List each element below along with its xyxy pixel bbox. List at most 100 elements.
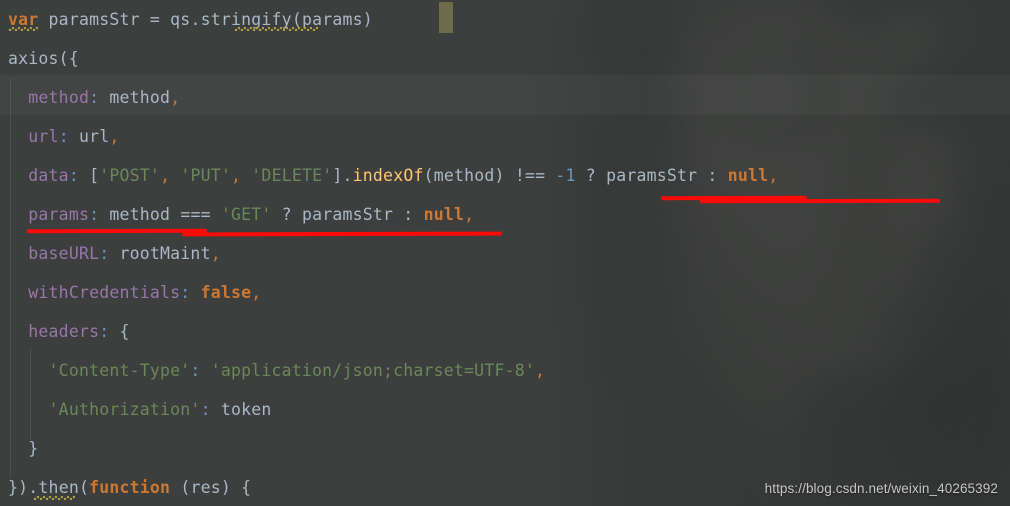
- code-token: null: [727, 166, 769, 185]
- code-token: ({: [58, 49, 79, 68]
- code-token: ,: [210, 244, 221, 263]
- code-token: ,: [464, 205, 475, 224]
- code-token: :: [180, 283, 191, 302]
- code-token: -1: [555, 166, 576, 185]
- code-token: paramsStr: [606, 166, 698, 185]
- code-token: withCredentials: [28, 283, 181, 302]
- code-token: ?: [271, 205, 302, 224]
- code-token: params: [28, 205, 90, 224]
- code-line[interactable]: headers: {: [0, 312, 1010, 351]
- code-token: data: [28, 166, 69, 185]
- code-token: qs: [170, 10, 191, 29]
- code-line[interactable]: 'Content-Type': 'application/json;charse…: [0, 351, 1010, 390]
- code-token: rootMaint: [119, 244, 211, 263]
- code-line[interactable]: axios({: [0, 39, 1010, 78]
- code-token: headers: [28, 322, 100, 341]
- code-token: ,: [160, 166, 171, 185]
- code-token: :: [99, 322, 110, 341]
- code-token: stringify: [200, 10, 292, 29]
- code-token: indexOf: [352, 166, 424, 185]
- code-token: 'POST': [99, 166, 161, 185]
- code-token: ,: [251, 283, 262, 302]
- code-token: :: [89, 88, 100, 107]
- code-token: axios: [8, 49, 59, 68]
- code-screenshot: var paramsStr = qs.stringify(params) axio…: [0, 0, 1010, 506]
- code-token: paramsStr: [301, 205, 394, 224]
- code-line[interactable]: }: [0, 429, 1010, 468]
- code-line[interactable]: baseURL: rootMaint,: [0, 234, 1010, 273]
- code-token: (: [423, 166, 434, 185]
- code-token: 'application/json;charset=UTF-8': [210, 361, 535, 380]
- code-token: function: [89, 478, 171, 497]
- code-token: method: [28, 88, 90, 107]
- code-token: var: [8, 10, 39, 29]
- code-token: 'PUT': [180, 166, 232, 185]
- code-token: ,: [768, 166, 779, 185]
- code-token: (: [78, 478, 90, 497]
- code-token: false: [200, 283, 252, 302]
- code-line[interactable]: method: method,: [0, 78, 1010, 117]
- code-token: 'DELETE': [251, 166, 333, 185]
- code-token: method: [109, 205, 171, 224]
- code-token: :: [58, 127, 69, 146]
- code-token: :: [68, 166, 79, 185]
- code-token: .: [28, 478, 39, 497]
- code-text-area[interactable]: var paramsStr = qs.stringify(params) axio…: [0, 0, 1010, 506]
- code-token: null: [423, 205, 465, 224]
- code-line[interactable]: 'Authorization': token: [0, 390, 1010, 429]
- code-token: .: [342, 166, 353, 185]
- code-token: =: [139, 10, 171, 29]
- code-token: paramsStr: [48, 10, 140, 29]
- code-token: url: [28, 127, 59, 146]
- code-token: ) {: [220, 478, 252, 497]
- code-token: method: [109, 88, 171, 107]
- code-token: url: [78, 127, 110, 146]
- code-token: }): [8, 478, 29, 497]
- code-token: :: [393, 205, 424, 224]
- code-token: ]: [332, 166, 343, 185]
- code-token: 'GET': [220, 205, 272, 224]
- code-token: baseURL: [28, 244, 100, 263]
- code-line[interactable]: params: method === 'GET' ? paramsStr : n…: [0, 195, 1010, 234]
- code-token: 'Content-Type': [48, 361, 191, 380]
- code-token: .: [190, 10, 201, 29]
- watermark-url: https://blog.csdn.net/weixin_40265392: [764, 481, 998, 496]
- code-line[interactable]: var paramsStr = qs.stringify(params): [0, 0, 1010, 39]
- code-token: :: [697, 166, 728, 185]
- code-token: 'Authorization': [48, 400, 201, 419]
- code-token: ,: [231, 166, 242, 185]
- code-token: }: [28, 439, 39, 458]
- code-token: (: [180, 478, 191, 497]
- code-line[interactable]: url: url,: [0, 117, 1010, 156]
- code-token: ): [362, 10, 373, 29]
- code-token: token: [220, 400, 272, 419]
- code-line[interactable]: data: ['POST', 'PUT', 'DELETE'].indexOf(…: [0, 156, 1010, 195]
- code-token: method: [433, 166, 495, 185]
- code-token: res: [190, 478, 221, 497]
- code-line[interactable]: withCredentials: false,: [0, 273, 1010, 312]
- code-token: [: [78, 166, 100, 185]
- code-token: ): [494, 166, 515, 185]
- code-token: (: [291, 10, 302, 29]
- code-token: ,: [109, 127, 120, 146]
